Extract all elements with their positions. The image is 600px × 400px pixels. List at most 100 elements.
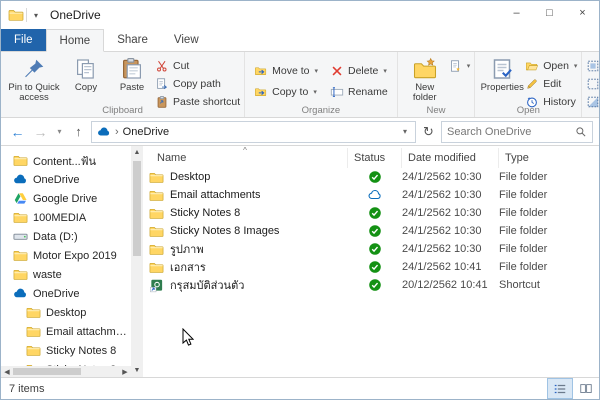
copy-path-label: Copy path (173, 78, 221, 90)
new-folder-button[interactable]: New folder (402, 55, 448, 106)
sync-status-icon (368, 206, 382, 220)
scroll-down-icon[interactable]: ▼ (134, 366, 141, 375)
google-drive-icon (13, 191, 28, 206)
minimize-button[interactable]: – (500, 1, 533, 24)
copy-path-button[interactable]: Copy path (155, 77, 240, 91)
column-header-name[interactable]: ^ Name (143, 146, 348, 168)
file-row[interactable]: Desktop 24/1/2562 10:30 File folder (143, 168, 599, 186)
onedrive-cloud-icon (13, 172, 28, 187)
scroll-left-icon[interactable]: ◀ (1, 368, 13, 376)
new-folder-icon (413, 57, 437, 81)
pin-to-quick-access-button[interactable]: Pin to Quick access (5, 55, 63, 106)
sidebar-item[interactable]: waste (1, 265, 131, 284)
file-type: Shortcut (499, 279, 540, 291)
copy-to-button[interactable]: Copy to ▾ (254, 85, 318, 99)
sidebar-item-onedrive[interactable]: OneDrive (1, 170, 131, 189)
delete-icon (330, 64, 344, 78)
search-icon (575, 126, 587, 138)
thumbnails-view-button[interactable] (573, 378, 599, 399)
sync-status-icon (368, 260, 382, 274)
cut-icon (155, 59, 169, 73)
edit-icon (525, 77, 539, 91)
rename-button[interactable]: Rename (330, 85, 388, 99)
vertical-scrollbar-thumb[interactable] (133, 161, 141, 256)
scroll-up-icon[interactable]: ▲ (134, 148, 141, 157)
sidebar-item-google-drive[interactable]: Google Drive (1, 189, 131, 208)
back-button[interactable]: ← (7, 121, 28, 143)
sidebar-item[interactable]: 100MEDIA (1, 208, 131, 227)
sidebar-item-label: Google Drive (33, 192, 98, 205)
file-date-modified: 24/1/2562 10:30 (402, 225, 482, 237)
forward-button[interactable]: → (30, 121, 51, 143)
folder-icon (149, 260, 164, 275)
sidebar-item-label: 100MEDIA (33, 211, 87, 224)
horizontal-scrollbar[interactable]: ◀ ▶ (1, 366, 131, 377)
select-none-icon (586, 77, 600, 91)
sidebar-item-onedrive-root[interactable]: OneDrive (1, 284, 131, 303)
qat-dropdown-icon[interactable]: ▾ (34, 11, 38, 20)
file-row[interactable]: Email attachments 24/1/2562 10:30 File f… (143, 186, 599, 204)
up-button[interactable]: ↑ (68, 121, 89, 143)
sidebar-item[interactable]: Sticky Notes 8 (1, 341, 131, 360)
horizontal-scrollbar-thumb[interactable] (13, 368, 81, 375)
select-all-button[interactable]: Select all (586, 59, 600, 73)
vertical-scrollbar[interactable]: ▲ ▼ (131, 146, 143, 377)
tab-home[interactable]: Home (45, 29, 105, 52)
properties-button[interactable]: Properties (479, 55, 525, 95)
breadcrumb-onedrive[interactable]: OneDrive (123, 126, 169, 138)
details-view-icon (553, 382, 567, 396)
column-headers: ^ Name Status Date modified Type (143, 146, 599, 168)
sidebar-item-label: waste (33, 268, 62, 281)
copy-button[interactable]: Copy (63, 55, 109, 95)
address-dropdown-icon[interactable]: ▾ (400, 127, 410, 136)
folder-icon (149, 224, 164, 239)
open-icon (525, 59, 539, 73)
sidebar-item[interactable]: Desktop (1, 303, 131, 322)
sidebar-item-data-drive[interactable]: Data (D:) (1, 227, 131, 246)
tab-view[interactable]: View (161, 29, 212, 51)
paste-icon (120, 57, 144, 81)
file-type: File folder (499, 189, 548, 201)
sidebar-item[interactable]: Email attachments (1, 322, 131, 341)
close-button[interactable]: × (566, 1, 599, 24)
sidebar-item[interactable]: Content...ฟ้น (1, 151, 131, 170)
file-row[interactable]: Sticky Notes 8 Images 24/1/2562 10:30 Fi… (143, 222, 599, 240)
window-title: OneDrive (50, 8, 101, 22)
pin-to-quick-access-label: Pin to Quick access (8, 82, 60, 104)
copy-to-icon (254, 85, 268, 99)
sidebar-item[interactable]: Motor Expo 2019 (1, 246, 131, 265)
file-name: Sticky Notes 8 (170, 207, 241, 219)
tab-share[interactable]: Share (104, 29, 161, 51)
file-list: ^ Name Status Date modified Type Desktop… (143, 146, 599, 377)
delete-button[interactable]: Delete ▾ (330, 64, 388, 78)
status-bar: 7 items (1, 377, 599, 399)
properties-icon (490, 57, 514, 81)
recent-locations-dropdown-icon[interactable]: ▾ (53, 121, 66, 143)
ribbon-group-organize: Move to ▾ Delete ▾ Copy to ▾ Rename Orga… (245, 52, 398, 117)
file-date-modified: 24/1/2562 10:30 (402, 207, 482, 219)
select-none-button[interactable]: Select none (586, 77, 600, 91)
open-button[interactable]: Open ▾ (525, 59, 577, 73)
scroll-right-icon[interactable]: ▶ (119, 368, 131, 376)
address-bar[interactable]: › OneDrive ▾ (91, 120, 416, 143)
move-to-button[interactable]: Move to ▾ (254, 64, 318, 78)
refresh-button[interactable]: ↻ (418, 121, 439, 143)
file-row[interactable]: รูปภาพ 24/1/2562 10:30 File folder (143, 240, 599, 258)
search-input[interactable] (447, 125, 571, 138)
column-header-date-modified[interactable]: Date modified (402, 148, 499, 168)
file-row[interactable]: เอกสาร 24/1/2562 10:41 File folder (143, 258, 599, 276)
details-view-button[interactable] (547, 378, 573, 399)
column-header-label: Name (157, 152, 187, 164)
edit-button[interactable]: Edit (525, 77, 577, 91)
move-to-dropdown-icon: ▾ (314, 68, 318, 75)
move-to-label: Move to (272, 65, 310, 77)
new-item-button[interactable]: ▾ (448, 59, 470, 73)
file-row[interactable]: Sticky Notes 8 24/1/2562 10:30 File fold… (143, 204, 599, 222)
tab-file[interactable]: File (1, 29, 46, 51)
file-row[interactable]: กรุสมบัติส่วนตัว 20/12/2562 10:41 Shortc… (143, 276, 599, 294)
column-header-type[interactable]: Type (499, 148, 599, 168)
paste-button[interactable]: Paste (109, 55, 155, 95)
cut-button[interactable]: Cut (155, 59, 240, 73)
maximize-button[interactable]: □ (533, 1, 566, 24)
column-header-status[interactable]: Status (348, 148, 402, 168)
